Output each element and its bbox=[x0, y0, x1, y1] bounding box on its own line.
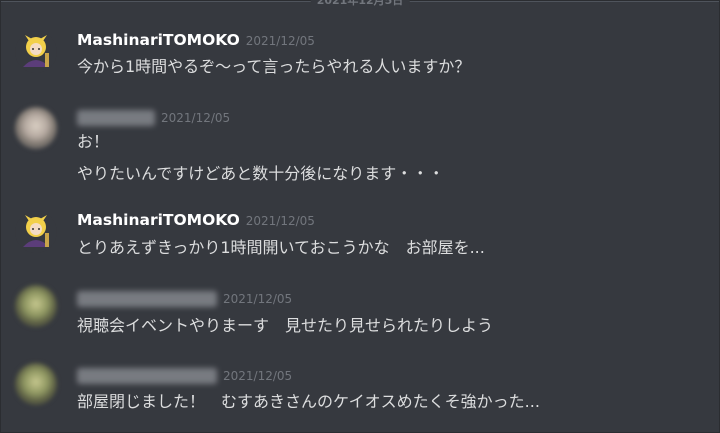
message-text: 部屋閉じました！ むすあきさんのケイオスめたくそ強かった... bbox=[77, 392, 540, 411]
message-text: とりあえずきっかり1時間開いておこうかな お部屋を... bbox=[77, 238, 485, 257]
date-divider-label: 2021年12月5日 bbox=[310, 0, 410, 8]
avatar[interactable] bbox=[15, 31, 57, 73]
timestamp: 2021/12/05 bbox=[223, 369, 293, 383]
timestamp: 2021/12/05 bbox=[223, 292, 293, 306]
avatar[interactable] bbox=[15, 211, 57, 253]
message-header: 2021/12/05 bbox=[77, 365, 292, 384]
avatar[interactable] bbox=[15, 363, 57, 405]
message-header: 2021/12/05 bbox=[77, 288, 292, 307]
message-header: 2021/12/05 bbox=[77, 107, 230, 126]
avatar[interactable] bbox=[15, 107, 57, 149]
username[interactable] bbox=[77, 109, 155, 126]
timestamp: 2021/12/05 bbox=[161, 111, 231, 125]
message-text: 今から1時間やるぞ～って言ったらやれる人いますか？ bbox=[77, 57, 471, 76]
message-text: お！ bbox=[77, 132, 110, 151]
message-text: 視聴会イベントやりまーす 見せたり見せられたりしよう bbox=[77, 316, 494, 335]
date-divider: 2021年12月5日 bbox=[1, 0, 719, 9]
chat-window: 2021年12月5日 MashinariTOMOKO 2021/12/05 今から… bbox=[0, 0, 720, 433]
timestamp: 2021/12/05 bbox=[245, 214, 315, 228]
avatar[interactable] bbox=[15, 285, 57, 327]
message-header: MashinariTOMOKO 2021/12/05 bbox=[77, 210, 315, 229]
username[interactable]: MashinariTOMOKO bbox=[77, 31, 240, 49]
message-text: やりたいんですけどあと数十分後になります・・・ bbox=[77, 164, 445, 183]
username[interactable] bbox=[77, 367, 217, 384]
username[interactable] bbox=[77, 290, 217, 307]
username[interactable]: MashinariTOMOKO bbox=[77, 211, 240, 229]
message-header: MashinariTOMOKO 2021/12/05 bbox=[77, 30, 315, 49]
timestamp: 2021/12/05 bbox=[245, 34, 315, 48]
